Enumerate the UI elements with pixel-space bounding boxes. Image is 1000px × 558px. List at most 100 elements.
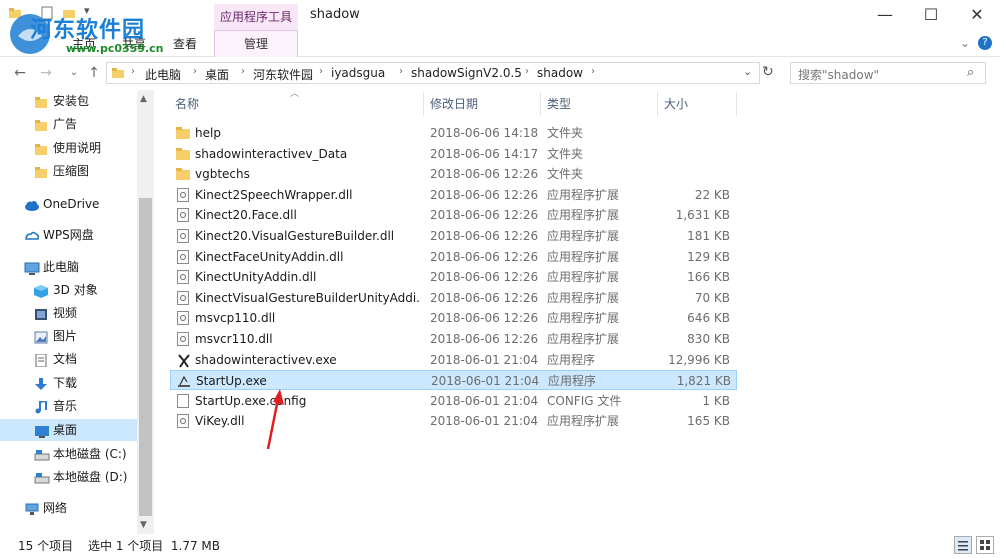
folder-icon [34, 94, 48, 108]
table-row[interactable]: msvcr110.dll 2018-06-06 12:26 应用程序扩展 830 KB [170, 329, 737, 349]
details-view-icon[interactable] [954, 536, 972, 554]
close-button[interactable]: ✕ [954, 0, 1000, 30]
ribbon-expand-icon[interactable]: ⌄ [960, 36, 970, 50]
column-divider[interactable] [540, 92, 541, 116]
sidebar-item[interactable]: OneDrive [0, 193, 137, 215]
file-type: 应用程序扩展 [547, 311, 620, 326]
table-row[interactable]: shadowinteractivev_Data 2018-06-06 14:17 文… [170, 144, 737, 164]
search-placeholder: 搜索"shadow" [798, 68, 880, 82]
chevron-right-icon[interactable]: › [131, 66, 135, 77]
minimize-button[interactable]: — [862, 0, 908, 30]
file-name: KinectVisualGestureBuilderUnityAddi... [195, 290, 420, 305]
up-arrow-icon[interactable]: ↑ [84, 63, 104, 83]
tab-view[interactable]: 查看 [173, 35, 197, 52]
table-row[interactable]: shadowinteractivev.exe 2018-06-01 21:04 应用… [170, 350, 737, 370]
table-row[interactable]: KinectVisualGestureBuilderUnityAddi... 20… [170, 288, 737, 308]
table-row[interactable]: vgbtechs 2018-06-06 12:26 文件夹 [170, 164, 737, 184]
file-name: Kinect2SpeechWrapper.dll [195, 187, 353, 202]
column-header-name[interactable]: 名称 [175, 92, 425, 116]
sidebar-item[interactable]: WPS网盘 [0, 224, 137, 246]
sidebar-item[interactable]: 桌面 [0, 419, 137, 441]
column-divider[interactable] [423, 92, 424, 116]
chevron-right-icon[interactable]: › [319, 66, 323, 77]
column-header-date[interactable]: 修改日期 [430, 92, 540, 116]
file-size [650, 123, 730, 143]
forward-arrow-icon[interactable]: → [36, 63, 56, 83]
dll-icon [176, 187, 190, 202]
sidebar-item[interactable]: 压缩图 [0, 160, 137, 182]
sidebar-item[interactable]: 本地磁盘 (D:) [0, 466, 137, 488]
scroll-up-icon[interactable]: ▲ [140, 94, 147, 104]
file-date: 2018-06-06 14:17 [430, 146, 539, 161]
maximize-button[interactable]: ☐ [908, 0, 954, 30]
file-type: 应用程序 [547, 352, 596, 367]
table-row[interactable]: KinectUnityAddin.dll 2018-06-06 12:26 应用程序… [170, 267, 737, 287]
chevron-right-icon[interactable]: › [591, 66, 595, 77]
back-arrow-icon[interactable]: ← [10, 63, 30, 83]
search-input[interactable]: 搜索"shadow" ⌕ [790, 62, 986, 84]
sidebar-item-label: 广告 [53, 117, 78, 131]
table-row[interactable]: StartUp.exe 2018-06-01 21:04 应用程序 1,821 KB [170, 370, 737, 391]
breadcrumb-desktop[interactable]: 桌面 [205, 66, 229, 83]
sidebar-item-label: 视频 [53, 306, 78, 320]
column-divider[interactable] [657, 92, 658, 116]
file-name: ViKey.dll [195, 414, 245, 429]
file-date: 2018-06-06 14:18 [430, 126, 539, 140]
breadcrumb-shadowsign[interactable]: shadowSignV2.0.5 [411, 66, 522, 80]
file-name: Kinect20.Face.dll [195, 208, 297, 223]
table-row[interactable]: StartUp.exe.config 2018-06-01 21:04 CONFIG… [170, 391, 737, 411]
file-name: msvcr110.dll [195, 332, 273, 346]
tab-manage[interactable]: 管理 [214, 30, 298, 57]
file-date: 2018-06-01 21:04 [431, 374, 540, 389]
file-name: shadowinteractivev.exe [195, 352, 337, 367]
sidebar-item[interactable]: 安装包 [0, 90, 137, 112]
file-date: 2018-06-06 12:26 [430, 249, 539, 264]
breadcrumb-iyadsgua[interactable]: iyadsgua [331, 66, 385, 80]
chevron-right-icon[interactable]: › [193, 66, 197, 77]
breadcrumb-hedong[interactable]: 河东软件园 [253, 66, 313, 83]
column-divider[interactable] [736, 92, 737, 116]
chevron-right-icon[interactable]: › [241, 66, 245, 77]
sidebar-item[interactable]: 此电脑 [0, 256, 137, 278]
sidebar-item[interactable]: 文档 [0, 348, 137, 370]
help-icon[interactable]: ? [978, 36, 992, 50]
recent-dropdown-icon[interactable]: ⌄ [64, 63, 84, 83]
address-bar[interactable]: › 此电脑 › 桌面 › 河东软件园 › iyadsgua › shadowSi… [106, 62, 760, 84]
sidebar-item[interactable]: 网络 [0, 497, 137, 519]
sidebar-item[interactable]: 3D 对象 [0, 279, 137, 301]
sidebar-item[interactable]: 视频 [0, 302, 137, 324]
file-type: CONFIG 文件 [547, 393, 622, 408]
nav-scrollbar-thumb[interactable] [139, 198, 152, 516]
column-header-size[interactable]: 大小 [664, 92, 734, 116]
file-size: 12,996 KB [668, 352, 730, 367]
address-dropdown-icon[interactable]: ⌄ [743, 65, 752, 78]
breadcrumb-this-pc[interactable]: 此电脑 [145, 66, 181, 83]
sidebar-item[interactable]: 本地磁盘 (C:) [0, 443, 137, 465]
search-icon[interactable]: ⌕ [967, 65, 974, 80]
table-row[interactable]: msvcp110.dll 2018-06-06 12:26 应用程序扩展 646 KB [170, 308, 737, 328]
column-header-type[interactable]: 类型 [547, 92, 657, 116]
sidebar-item[interactable]: 使用说明 [0, 137, 137, 159]
file-name: KinectFaceUnityAddin.dll [195, 249, 344, 264]
refresh-icon[interactable]: ↻ [762, 64, 774, 80]
table-row[interactable]: Kinect20.VisualGestureBuilder.dll 2018-06… [170, 226, 737, 246]
table-row[interactable]: Kinect20.Face.dll 2018-06-06 12:26 应用程序扩展 1… [170, 205, 737, 225]
breadcrumb-shadow[interactable]: shadow [537, 66, 583, 80]
status-item-count: 15 个项目 [18, 539, 74, 553]
large-icons-view-icon[interactable] [976, 536, 994, 554]
scroll-down-icon[interactable]: ▼ [140, 520, 147, 530]
table-row[interactable]: Kinect2SpeechWrapper.dll 2018-06-06 12:26… [170, 185, 737, 205]
table-row[interactable]: help 2018-06-06 14:18 文件夹 [170, 123, 737, 143]
dll-icon [176, 290, 190, 305]
table-row[interactable]: ViKey.dll 2018-06-01 21:04 应用程序扩展 165 KB [170, 411, 737, 431]
chevron-right-icon[interactable]: › [399, 66, 403, 77]
chevron-right-icon[interactable]: › [525, 66, 529, 77]
table-row[interactable]: KinectFaceUnityAddin.dll 2018-06-06 12:26… [170, 247, 737, 267]
file-type: 应用程序扩展 [547, 290, 620, 305]
sidebar-item[interactable]: 音乐 [0, 395, 137, 417]
sidebar-item[interactable]: 下载 [0, 372, 137, 394]
file-name: help [195, 126, 221, 140]
sidebar-item[interactable]: 广告 [0, 113, 137, 135]
file-size: 646 KB [687, 311, 730, 326]
sidebar-item[interactable]: 图片 [0, 325, 137, 347]
